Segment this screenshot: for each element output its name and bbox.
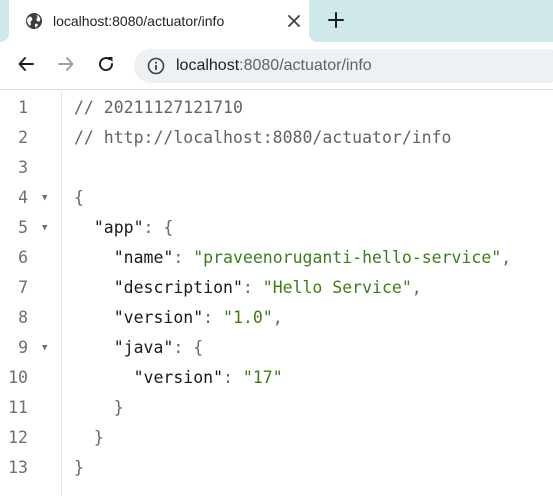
- json-punctuation: : {: [143, 218, 174, 237]
- line-number: 9: [18, 338, 28, 357]
- json-punctuation: :: [173, 248, 194, 267]
- arrow-right-icon: [57, 55, 75, 78]
- code-line: 10 "version": "17": [0, 363, 553, 393]
- line-number: 8: [18, 308, 28, 327]
- code-text: "version": "17": [74, 363, 283, 393]
- code-line: 9 ▼ "java": {: [0, 333, 553, 363]
- json-punctuation: ,: [272, 308, 283, 327]
- json-key: "name": [113, 248, 174, 267]
- code-line: 1 // 20211127121710: [0, 93, 553, 123]
- json-key: "version": [113, 308, 204, 327]
- code-line: 13}: [0, 453, 553, 483]
- line-number: 13: [8, 458, 28, 477]
- line-number: 5: [18, 218, 28, 237]
- line-number: 6: [18, 248, 28, 267]
- line-number: 7: [18, 278, 28, 297]
- line-number: 12: [8, 428, 28, 447]
- code-line: 4 ▼ {: [0, 183, 553, 213]
- plus-icon: [328, 11, 344, 33]
- back-button[interactable]: [12, 52, 40, 80]
- json-key: "version": [133, 368, 224, 387]
- json-string-value: "praveenoruganti-hello-service": [193, 248, 502, 267]
- code-line: 5 ▼ "app": {: [0, 213, 553, 243]
- code-line: 8 "version": "1.0",: [0, 303, 553, 333]
- json-key: "app": [93, 218, 144, 237]
- comment-text: // 20211127121710: [74, 98, 243, 117]
- code-text: }: [74, 423, 104, 453]
- browser-tab[interactable]: localhost:8080/actuator/info: [0, 0, 318, 42]
- json-key: "description": [113, 278, 243, 297]
- json-punctuation: }: [93, 428, 104, 447]
- json-punctuation: ,: [411, 278, 422, 297]
- line-number: 3: [18, 158, 28, 177]
- json-punctuation: {: [74, 188, 84, 207]
- json-string-value: "1.0": [223, 308, 273, 327]
- code-text: "description": "Hello Service",: [74, 273, 422, 303]
- arrow-left-icon: [17, 55, 35, 78]
- code-text: "name": "praveenoruganti-hello-service",: [74, 243, 511, 273]
- json-key: "java": [113, 338, 174, 357]
- close-icon[interactable]: [284, 11, 304, 31]
- browser-tab-body[interactable]: localhost:8080/actuator/info: [9, 0, 309, 42]
- code-text: }: [74, 393, 124, 423]
- code-line: 3: [0, 153, 553, 183]
- tab-title: localhost:8080/actuator/info: [53, 13, 225, 29]
- new-tab-button[interactable]: [324, 10, 348, 34]
- forward-button[interactable]: [52, 52, 80, 80]
- json-punctuation: : {: [173, 338, 204, 357]
- code-text: }: [74, 453, 84, 483]
- code-line: 7 "description": "Hello Service",: [0, 273, 553, 303]
- json-string-value: "Hello Service": [262, 278, 412, 297]
- code-text: {: [74, 183, 84, 213]
- address-bar[interactable]: localhost:8080/actuator/info: [134, 49, 553, 83]
- json-viewer: 1 // 20211127121710 2 // http://localhost:8…: [0, 91, 553, 496]
- info-icon[interactable]: [147, 57, 165, 75]
- line-number: 1: [18, 98, 28, 117]
- fold-toggle-icon[interactable]: ▼: [42, 333, 47, 363]
- fold-toggle-icon[interactable]: ▼: [42, 213, 47, 243]
- fold-toggle-icon[interactable]: ▼: [42, 183, 47, 213]
- code-text: // http://localhost:8080/actuator/info: [74, 123, 452, 153]
- comment-text: // http://localhost:8080/actuator/info: [74, 128, 452, 147]
- code-text: // 20211127121710: [74, 93, 243, 123]
- line-number: 10: [8, 368, 28, 387]
- url-host: localhost: [176, 57, 240, 74]
- json-string-value: "17": [242, 368, 283, 387]
- url-text[interactable]: localhost:8080/actuator/info: [176, 57, 372, 75]
- code-line: 11 }: [0, 393, 553, 423]
- json-punctuation: :: [242, 278, 263, 297]
- line-number: 2: [18, 128, 28, 147]
- tab-strip: localhost:8080/actuator/info: [0, 0, 553, 42]
- code-text: "java": {: [74, 333, 203, 363]
- url-path: :8080/actuator/info: [239, 57, 372, 74]
- code-line: 6 "name": "praveenoruganti-hello-service…: [0, 243, 553, 273]
- json-punctuation: :: [203, 308, 224, 327]
- reload-icon: [97, 55, 115, 78]
- code-line: 12 }: [0, 423, 553, 453]
- json-punctuation: :: [223, 368, 243, 387]
- globe-icon: [25, 12, 43, 30]
- code-text: "version": "1.0",: [74, 303, 283, 333]
- browser-toolbar: localhost:8080/actuator/info: [0, 42, 553, 90]
- json-punctuation: ,: [501, 248, 512, 267]
- line-number: 4: [18, 188, 28, 207]
- json-punctuation: }: [113, 398, 124, 417]
- reload-button[interactable]: [92, 52, 120, 80]
- code-line: 2 // http://localhost:8080/actuator/info: [0, 123, 553, 153]
- line-number: 11: [8, 398, 28, 417]
- code-text: "app": {: [74, 213, 173, 243]
- json-punctuation: }: [74, 458, 84, 477]
